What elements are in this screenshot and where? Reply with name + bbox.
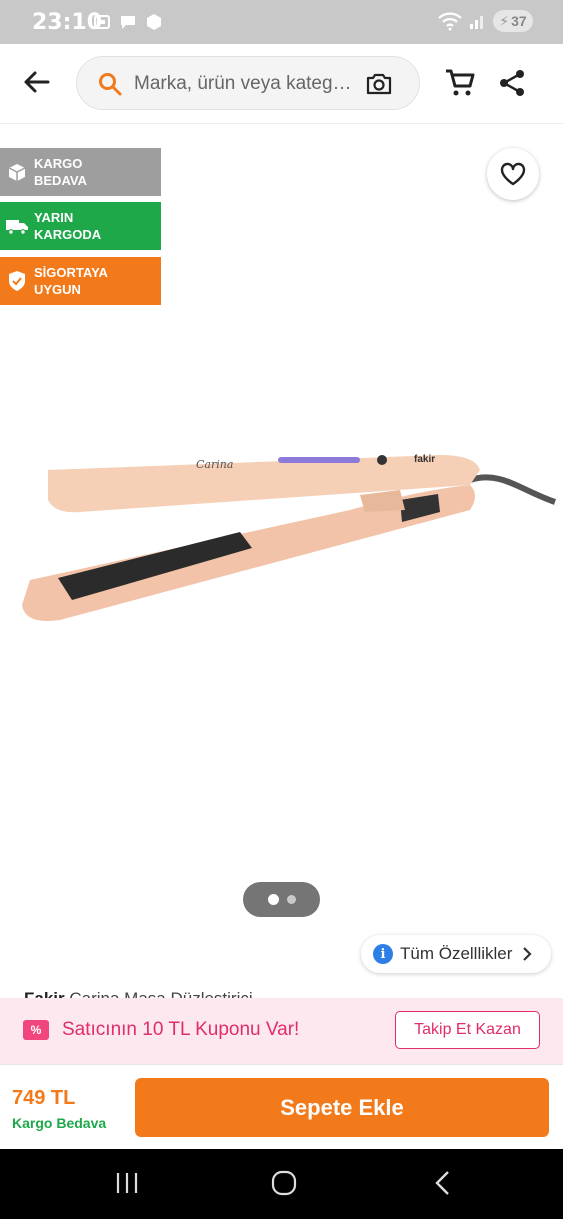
badge-line2: KARGODA xyxy=(34,227,102,242)
power-cord xyxy=(469,474,556,505)
hinge xyxy=(360,490,405,512)
pager-dot[interactable] xyxy=(286,895,296,904)
charging-icon: ⚡ xyxy=(499,12,510,29)
search-icon xyxy=(99,73,122,96)
coupon-icon: % xyxy=(23,1020,49,1040)
brand-logo: fakir xyxy=(414,454,435,465)
badge-ships-tomorrow: YARIN KARGODA xyxy=(0,202,161,250)
system-nav-bar xyxy=(0,1149,563,1219)
cart-icon[interactable] xyxy=(444,68,476,98)
badge-free-shipping: KARGO BEDAVA xyxy=(0,148,161,196)
wifi-icon xyxy=(438,12,462,31)
package-icon xyxy=(147,14,161,30)
product-image[interactable]: Carina fakir xyxy=(0,420,563,640)
price: 749 TL xyxy=(12,1087,76,1109)
notification-icons xyxy=(92,12,164,32)
status-right: ⚡ 37 xyxy=(437,10,533,32)
power-button xyxy=(377,455,387,465)
coupon-text: Satıcının 10 TL Kuponu Var! xyxy=(62,1019,300,1040)
coupon-banner: % Satıcının 10 TL Kuponu Var! Takip Et K… xyxy=(0,998,563,1064)
search-input[interactable]: Marka, ürün veya kategori ara xyxy=(134,73,356,95)
chevron-right-icon xyxy=(523,947,532,961)
model-label: Carina xyxy=(196,458,233,471)
badge-line1: KARGO xyxy=(34,156,83,171)
back-icon[interactable] xyxy=(432,1169,452,1197)
battery-level: 37 xyxy=(511,13,527,29)
top-bar: Marka, ürün veya kategori ara xyxy=(0,44,563,124)
status-bar: 23:10 ⚡ 37 xyxy=(0,0,563,44)
badge-line1: YARIN xyxy=(34,210,74,225)
badge-line1: SİGORTAYA xyxy=(34,265,108,280)
badge-line2: BEDAVA xyxy=(34,173,87,188)
back-arrow-icon xyxy=(24,71,50,93)
info-icon: i xyxy=(373,944,393,964)
signal-icon xyxy=(470,16,483,29)
shipping-info: Kargo Bedava xyxy=(12,1115,107,1131)
screenshot-icon xyxy=(94,15,110,29)
badge-insurance: SİGORTAYA UYGUN xyxy=(0,257,161,305)
search-bar[interactable]: Marka, ürün veya kategori ara xyxy=(76,56,420,110)
favorite-button[interactable] xyxy=(487,148,539,200)
add-to-cart-button[interactable]: Sepete Ekle xyxy=(135,1078,549,1137)
follow-seller-button[interactable]: Takip Et Kazan xyxy=(395,1011,540,1049)
truck-icon xyxy=(0,217,34,235)
chat-icon xyxy=(121,16,135,29)
share-icon[interactable] xyxy=(498,68,526,98)
home-icon[interactable] xyxy=(270,1169,298,1197)
all-specs-button[interactable]: i Tüm Özelllikler xyxy=(361,935,551,973)
pager-dot-active[interactable] xyxy=(267,894,279,905)
recent-apps-icon[interactable] xyxy=(115,1169,139,1197)
all-specs-label: Tüm Özelllikler xyxy=(400,944,513,963)
heart-icon xyxy=(500,162,526,186)
box-icon xyxy=(0,162,34,182)
back-button[interactable] xyxy=(18,64,54,100)
camera-icon[interactable] xyxy=(365,71,393,97)
image-pager xyxy=(243,882,320,917)
shield-icon xyxy=(0,270,34,292)
badge-line2: UYGUN xyxy=(34,282,81,297)
led-display xyxy=(278,457,360,463)
battery-indicator: ⚡ 37 xyxy=(493,10,533,32)
purchase-bar: 749 TL Kargo Bedava Sepete Ekle xyxy=(0,1064,563,1149)
